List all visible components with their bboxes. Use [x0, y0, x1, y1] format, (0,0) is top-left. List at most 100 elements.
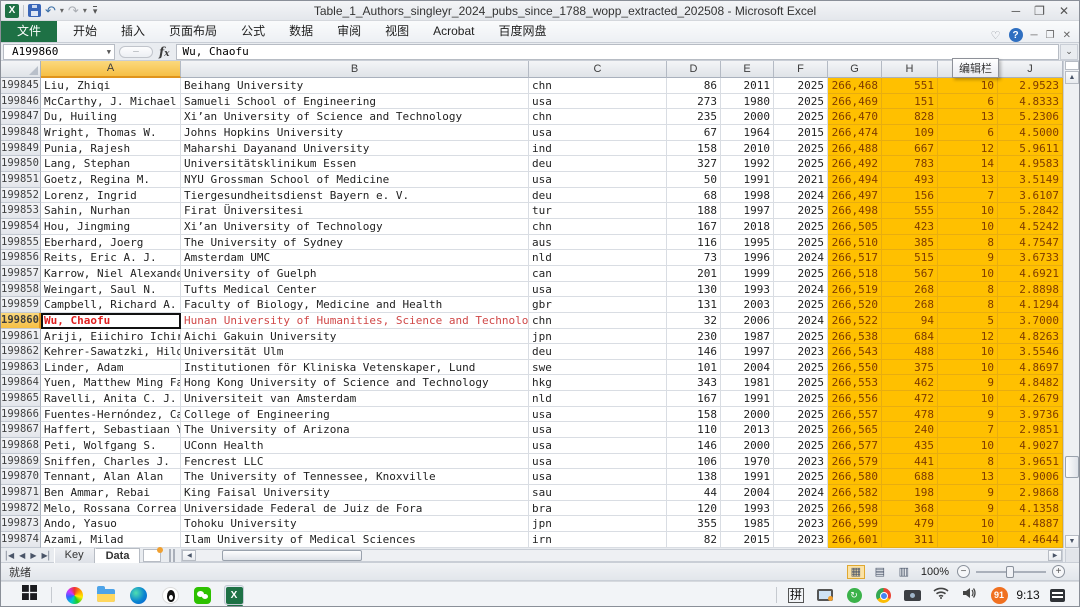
cell-A199870[interactable]: Tennant, Alan Alan	[41, 469, 181, 486]
cell-A199864[interactable]: Yuen, Matthew Ming Fai	[41, 375, 181, 392]
cell-B199849[interactable]: Maharshi Dayanand University	[181, 140, 529, 157]
cell-B199857[interactable]: University of Guelph	[181, 265, 529, 282]
cell-E199858[interactable]: 1993	[721, 281, 774, 298]
cell-E199850[interactable]: 1992	[721, 156, 774, 172]
row-header-199874[interactable]: 199874	[1, 532, 41, 548]
cell-G199867[interactable]: 266,565	[828, 422, 882, 439]
row-header-199855[interactable]: 199855	[1, 234, 41, 251]
cell-B199871[interactable]: King Faisal University	[181, 485, 529, 501]
cell-C199865[interactable]: nld	[529, 391, 667, 407]
cell-F199864[interactable]: 2025	[774, 375, 828, 392]
cell-A199863[interactable]: Linder, Adam	[41, 359, 181, 376]
cell-A199866[interactable]: Fuentes-Hernóndez, Car	[41, 406, 181, 423]
cell-C199860[interactable]: chn	[529, 312, 667, 329]
cell-A199873[interactable]: Ando, Yasuo	[41, 516, 181, 533]
cell-J199847[interactable]: 5.2306	[998, 109, 1063, 125]
cell-G199861[interactable]: 266,538	[828, 328, 882, 345]
cell-H199860[interactable]: 94	[882, 312, 938, 329]
cell-J199853[interactable]: 5.2842	[998, 203, 1063, 219]
cell-E199863[interactable]: 2004	[721, 359, 774, 376]
zoom-slider-thumb[interactable]	[1006, 565, 1014, 578]
cell-C199848[interactable]: usa	[529, 124, 667, 141]
zoom-in-icon[interactable]: +	[1052, 565, 1065, 578]
cell-E199846[interactable]: 1980	[721, 93, 774, 110]
formula-bar-expand-icon[interactable]: ⌄	[1060, 43, 1078, 60]
cell-J199849[interactable]: 5.9611	[998, 140, 1063, 157]
cell-B199866[interactable]: College of Engineering	[181, 406, 529, 423]
cell-J199858[interactable]: 2.8898	[998, 281, 1063, 298]
wechat-icon[interactable]	[193, 586, 211, 604]
cell-G199865[interactable]: 266,556	[828, 391, 882, 407]
cell-D199846[interactable]: 273	[667, 93, 721, 110]
row-header-199871[interactable]: 199871	[1, 485, 41, 501]
cell-B199862[interactable]: Universität Ulm	[181, 344, 529, 360]
cell-F199859[interactable]: 2025	[774, 297, 828, 313]
cell-C199856[interactable]: nld	[529, 250, 667, 266]
battery-percent-badge[interactable]: 91	[989, 585, 1009, 605]
cell-G199862[interactable]: 266,543	[828, 344, 882, 360]
normal-view-icon[interactable]: ▦	[846, 564, 865, 579]
cell-A199850[interactable]: Lang, Stephan	[41, 156, 181, 172]
row-header-199846[interactable]: 199846	[1, 93, 41, 110]
cell-F199865[interactable]: 2025	[774, 391, 828, 407]
row-header-199849[interactable]: 199849	[1, 140, 41, 157]
edge-icon[interactable]	[128, 585, 148, 605]
column-header-D[interactable]: D	[667, 61, 721, 78]
cell-B199860[interactable]: Hunan University of Humanities, Science …	[181, 312, 529, 329]
cell-D199866[interactable]: 158	[667, 406, 721, 423]
cell-B199869[interactable]: Fencrest LLC	[181, 453, 529, 470]
edge-icon[interactable]	[129, 586, 147, 604]
cell-E199862[interactable]: 1997	[721, 344, 774, 360]
cell-B199848[interactable]: Johns Hopkins University	[181, 124, 529, 141]
cell-B199874[interactable]: Ilam University of Medical Sciences	[181, 532, 529, 548]
cell-C199845[interactable]: chn	[529, 78, 667, 94]
cell-J199869[interactable]: 3.9651	[998, 453, 1063, 470]
row-header-199873[interactable]: 199873	[1, 516, 41, 533]
select-all-corner[interactable]	[1, 61, 41, 78]
cell-D199857[interactable]: 201	[667, 265, 721, 282]
cell-D199865[interactable]: 167	[667, 391, 721, 407]
cell-G199847[interactable]: 266,470	[828, 109, 882, 125]
cell-E199860[interactable]: 2006	[721, 312, 774, 329]
cell-D199864[interactable]: 343	[667, 375, 721, 392]
ribbon-tab-home[interactable]: 开始	[61, 21, 109, 42]
cell-J199862[interactable]: 3.5546	[998, 344, 1063, 360]
cell-J199861[interactable]: 4.8263	[998, 328, 1063, 345]
cell-H199855[interactable]: 385	[882, 234, 938, 251]
cell-E199847[interactable]: 2000	[721, 109, 774, 125]
cell-I199860[interactable]: 5	[938, 312, 998, 329]
camera-device-icon[interactable]	[903, 589, 921, 601]
cell-D199849[interactable]: 158	[667, 140, 721, 157]
cell-J199848[interactable]: 4.5000	[998, 124, 1063, 141]
cell-D199872[interactable]: 120	[667, 500, 721, 517]
cell-B199846[interactable]: Samueli School of Engineering	[181, 93, 529, 110]
cell-H199866[interactable]: 478	[882, 406, 938, 423]
cell-D199869[interactable]: 106	[667, 453, 721, 470]
cell-H199854[interactable]: 423	[882, 218, 938, 235]
cell-B199872[interactable]: Universidade Federal de Juiz de Fora	[181, 500, 529, 517]
cell-H199850[interactable]: 783	[882, 156, 938, 172]
cell-A199857[interactable]: Karrow, Niel Alexander	[41, 265, 181, 282]
cell-F199854[interactable]: 2025	[774, 218, 828, 235]
sheet-tab-data[interactable]: Data	[94, 547, 141, 563]
cell-I199865[interactable]: 10	[938, 391, 998, 407]
cell-I199849[interactable]: 12	[938, 140, 998, 157]
cell-J199845[interactable]: 2.9523	[998, 78, 1063, 94]
cell-J199870[interactable]: 3.9006	[998, 469, 1063, 486]
redo-dropdown-icon[interactable]: ▾	[83, 6, 87, 15]
row-header-199868[interactable]: 199868	[1, 438, 41, 454]
cell-C199847[interactable]: chn	[529, 109, 667, 125]
cell-C199870[interactable]: usa	[529, 469, 667, 486]
cell-H199873[interactable]: 479	[882, 516, 938, 533]
cell-F199848[interactable]: 2015	[774, 124, 828, 141]
row-header-199845[interactable]: 199845	[1, 78, 41, 94]
undo-icon[interactable]: ↶	[45, 4, 56, 17]
cell-A199865[interactable]: Ravelli, Anita C. J.	[41, 391, 181, 407]
cell-F199868[interactable]: 2025	[774, 438, 828, 454]
cell-E199861[interactable]: 1987	[721, 328, 774, 345]
cell-J199855[interactable]: 4.7547	[998, 234, 1063, 251]
cell-F199849[interactable]: 2025	[774, 140, 828, 157]
cell-I199857[interactable]: 10	[938, 265, 998, 282]
workbook-close-button[interactable]: ✕	[1063, 30, 1071, 41]
cell-B199864[interactable]: Hong Kong University of Science and Tech…	[181, 375, 529, 392]
